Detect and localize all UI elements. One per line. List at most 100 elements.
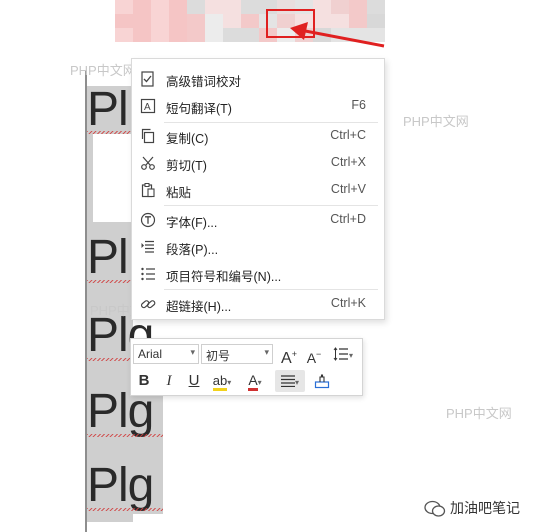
menu-item-cut[interactable]: 剪切(T) Ctrl+X: [132, 150, 384, 176]
format-painter-button[interactable]: [311, 370, 333, 392]
menu-separator: [164, 205, 378, 206]
highlight-button[interactable]: ab▾: [208, 370, 236, 392]
chevron-down-icon: ▾: [264, 347, 269, 357]
blur-tile: [367, 0, 385, 14]
blur-tile: [115, 0, 133, 14]
menu-item-bullets-numbering[interactable]: 项目符号和编号(N)...: [132, 261, 384, 287]
watermark: PHP中文网: [446, 406, 512, 421]
shrink-font-icon: A: [306, 350, 317, 366]
spellcheck-underline: [87, 280, 133, 283]
align-button[interactable]: ▾: [275, 370, 305, 392]
menu-item-shortcut: Ctrl+D: [330, 212, 366, 226]
blur-tile: [241, 0, 259, 14]
line-spacing-icon: [333, 347, 348, 361]
menu-item-hyperlink[interactable]: 超链接(H)... Ctrl+K: [132, 291, 384, 317]
font-size-select[interactable]: 初号 ▾: [201, 344, 273, 364]
document-text-line[interactable]: Plg: [87, 462, 154, 510]
bullet-list-icon: [141, 267, 155, 281]
blur-tile: [151, 28, 169, 42]
blur-tile: [169, 0, 187, 14]
mini-format-toolbar: Arial ▾ 初号 ▾ A+ A− ▾ B I U ab▾ A▾ ▾: [130, 338, 363, 396]
blur-tile: [349, 0, 367, 14]
underline-button[interactable]: U: [183, 370, 205, 392]
wechat-logo-icon: [424, 501, 446, 517]
spellcheck-underline: [87, 508, 163, 511]
align-justify-icon: [280, 375, 295, 388]
blur-tile: [241, 28, 259, 42]
red-arrow-icon: [290, 22, 385, 48]
blur-tile: [187, 14, 205, 28]
grow-font-icon: A: [281, 350, 292, 367]
blur-tile: [223, 14, 241, 28]
menu-separator: [164, 289, 378, 290]
blur-tile: [223, 0, 241, 14]
selection-highlight: [87, 134, 93, 222]
proofread-icon: [141, 71, 154, 87]
menu-item-shortcut: Ctrl+V: [330, 182, 366, 196]
blur-tile: [151, 14, 169, 28]
menu-item-label: 高级错词校对: [166, 75, 242, 89]
menu-item-label: 短句翻译(T): [166, 102, 232, 116]
svg-text:A: A: [144, 102, 151, 113]
bold-button[interactable]: B: [133, 370, 155, 392]
link-icon: [140, 300, 156, 309]
menu-item-label: 段落(P)...: [166, 243, 219, 257]
spellcheck-underline: [87, 358, 133, 361]
paste-icon: [141, 183, 155, 198]
format-painter-icon: [314, 373, 330, 388]
font-color-icon: A: [248, 372, 258, 391]
blur-tile: [205, 28, 223, 42]
blur-tile: [151, 0, 169, 14]
italic-button[interactable]: I: [158, 370, 180, 392]
menu-item-font[interactable]: 字体(F)... Ctrl+D: [132, 207, 384, 233]
account-name: 加油吧笔记: [450, 500, 520, 516]
spellcheck-underline: [87, 434, 163, 437]
menu-item-label: 字体(F)...: [166, 216, 218, 230]
font-color-button[interactable]: A▾: [241, 370, 269, 392]
account-watermark: 加油吧笔记: [424, 498, 520, 518]
menu-item-label: 复制(C): [166, 132, 209, 146]
line-spacing-button[interactable]: ▾: [329, 343, 357, 365]
menu-item-paste[interactable]: 粘贴 Ctrl+V: [132, 177, 384, 203]
menu-item-label: 超链接(H)...: [166, 300, 232, 314]
blur-tile: [133, 28, 151, 42]
font-size-value: 初号: [206, 349, 231, 363]
chevron-down-icon: ▾: [190, 347, 195, 357]
menu-item-label: 项目符号和编号(N)...: [166, 270, 282, 284]
watermark: PHP中文网: [403, 114, 469, 129]
translate-icon: A: [140, 98, 156, 114]
menu-item-proofread[interactable]: 高级错词校对: [132, 66, 384, 92]
watermark: PHP中文网: [70, 63, 136, 78]
font-name-value: Arial: [138, 347, 163, 361]
menu-item-label: 剪切(T): [166, 159, 207, 173]
blur-tile: [187, 0, 205, 14]
blur-tile: [169, 14, 187, 28]
blur-tile: [187, 28, 205, 42]
paragraph-icon: [141, 240, 154, 253]
menu-item-shortcut: Ctrl+K: [330, 296, 366, 310]
scissors-icon: [141, 156, 155, 170]
blur-tile: [205, 14, 223, 28]
blur-tile: [313, 0, 331, 14]
context-menu: 高级错词校对 A 短句翻译(T) F6 复制(C) Ctrl+C 剪切(T) C…: [131, 58, 385, 320]
document-text-line[interactable]: Pl: [87, 234, 129, 282]
menu-item-shortcut: Ctrl+C: [330, 128, 366, 142]
menu-item-translate[interactable]: A 短句翻译(T) F6: [132, 93, 384, 119]
highlight-icon: ab: [212, 373, 228, 391]
spellcheck-underline: [87, 131, 133, 134]
blur-tile: [133, 0, 151, 14]
blur-tile: [115, 28, 133, 42]
font-icon: [140, 212, 156, 228]
document-text-line[interactable]: Pl: [87, 86, 129, 134]
font-name-select[interactable]: Arial ▾: [133, 344, 199, 364]
blur-tile: [331, 0, 349, 14]
grow-font-button[interactable]: A+: [278, 343, 300, 367]
blur-tile: [205, 0, 223, 14]
menu-item-copy[interactable]: 复制(C) Ctrl+C: [132, 123, 384, 149]
blur-tile: [241, 14, 259, 28]
menu-item-paragraph[interactable]: 段落(P)...: [132, 234, 384, 260]
blur-tile: [133, 14, 151, 28]
shrink-font-button[interactable]: A−: [303, 343, 325, 366]
menu-item-shortcut: Ctrl+X: [330, 155, 366, 169]
copy-icon: [141, 128, 155, 144]
